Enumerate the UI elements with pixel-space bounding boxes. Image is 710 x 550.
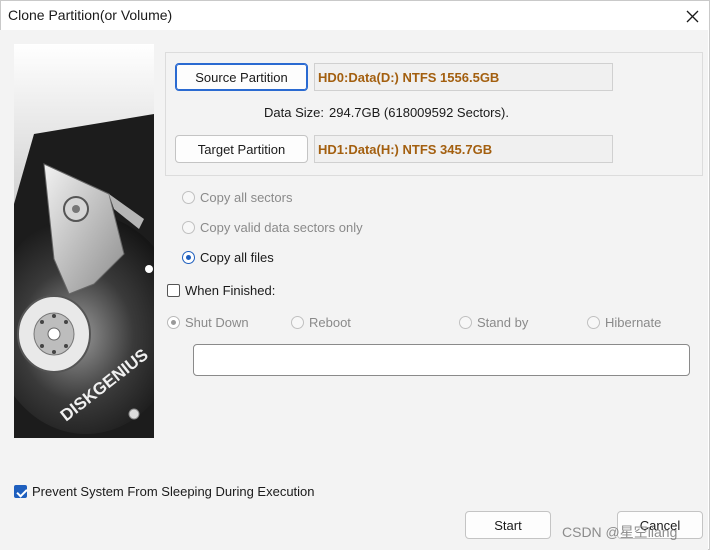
post-command-field[interactable] bbox=[193, 344, 690, 376]
when-finished-option[interactable]: When Finished: bbox=[167, 283, 275, 298]
reboot-option[interactable]: Reboot bbox=[291, 315, 351, 330]
hard-disk-image: DISKGENIUS bbox=[14, 44, 154, 438]
copy-all-files-radio[interactable] bbox=[182, 251, 195, 264]
reboot-label: Reboot bbox=[309, 315, 351, 330]
watermark-text: CSDN @星空liang bbox=[562, 524, 678, 540]
prevent-sleep-label: Prevent System From Sleeping During Exec… bbox=[32, 484, 315, 499]
copy-all-sectors-label: Copy all sectors bbox=[200, 190, 293, 205]
hibernate-label: Hibernate bbox=[605, 315, 662, 330]
start-button[interactable]: Start bbox=[465, 511, 551, 539]
source-partition-button[interactable]: Source Partition bbox=[175, 63, 308, 91]
copy-all-files-label: Copy all files bbox=[200, 250, 274, 265]
window-title: Clone Partition(or Volume) bbox=[8, 7, 173, 23]
stand-by-radio[interactable] bbox=[459, 316, 472, 329]
data-size-label: Data Size: bbox=[264, 105, 324, 120]
hibernate-option[interactable]: Hibernate bbox=[587, 315, 661, 330]
target-partition-button[interactable]: Target Partition bbox=[175, 135, 308, 163]
title-bar: Clone Partition(or Volume) bbox=[1, 1, 709, 31]
shut-down-option[interactable]: Shut Down bbox=[167, 315, 249, 330]
close-button[interactable] bbox=[679, 3, 705, 29]
copy-all-files-option[interactable]: Copy all files bbox=[182, 250, 274, 265]
copy-valid-sectors-option[interactable]: Copy valid data sectors only bbox=[182, 220, 363, 235]
hard-disk-illustration: DISKGENIUS bbox=[14, 44, 154, 438]
reboot-radio[interactable] bbox=[291, 316, 304, 329]
target-partition-value: HD1:Data(H:) NTFS 345.7GB bbox=[314, 135, 613, 163]
data-size-value: 294.7GB (618009592 Sectors). bbox=[329, 105, 509, 120]
copy-all-sectors-radio[interactable] bbox=[182, 191, 195, 204]
copy-valid-sectors-label: Copy valid data sectors only bbox=[200, 220, 363, 235]
stand-by-option[interactable]: Stand by bbox=[459, 315, 528, 330]
when-finished-label: When Finished: bbox=[185, 283, 276, 298]
shut-down-label: Shut Down bbox=[185, 315, 249, 330]
close-icon bbox=[686, 10, 698, 22]
copy-all-sectors-option[interactable]: Copy all sectors bbox=[182, 190, 292, 205]
prevent-sleep-option[interactable]: Prevent System From Sleeping During Exec… bbox=[14, 484, 315, 499]
hibernate-radio[interactable] bbox=[587, 316, 600, 329]
shut-down-radio[interactable] bbox=[167, 316, 180, 329]
source-partition-value: HD0:Data(D:) NTFS 1556.5GB bbox=[314, 63, 613, 91]
stand-by-label: Stand by bbox=[477, 315, 529, 330]
prevent-sleep-checkbox[interactable] bbox=[14, 485, 27, 498]
copy-valid-sectors-radio[interactable] bbox=[182, 221, 195, 234]
when-finished-checkbox[interactable] bbox=[167, 284, 180, 297]
